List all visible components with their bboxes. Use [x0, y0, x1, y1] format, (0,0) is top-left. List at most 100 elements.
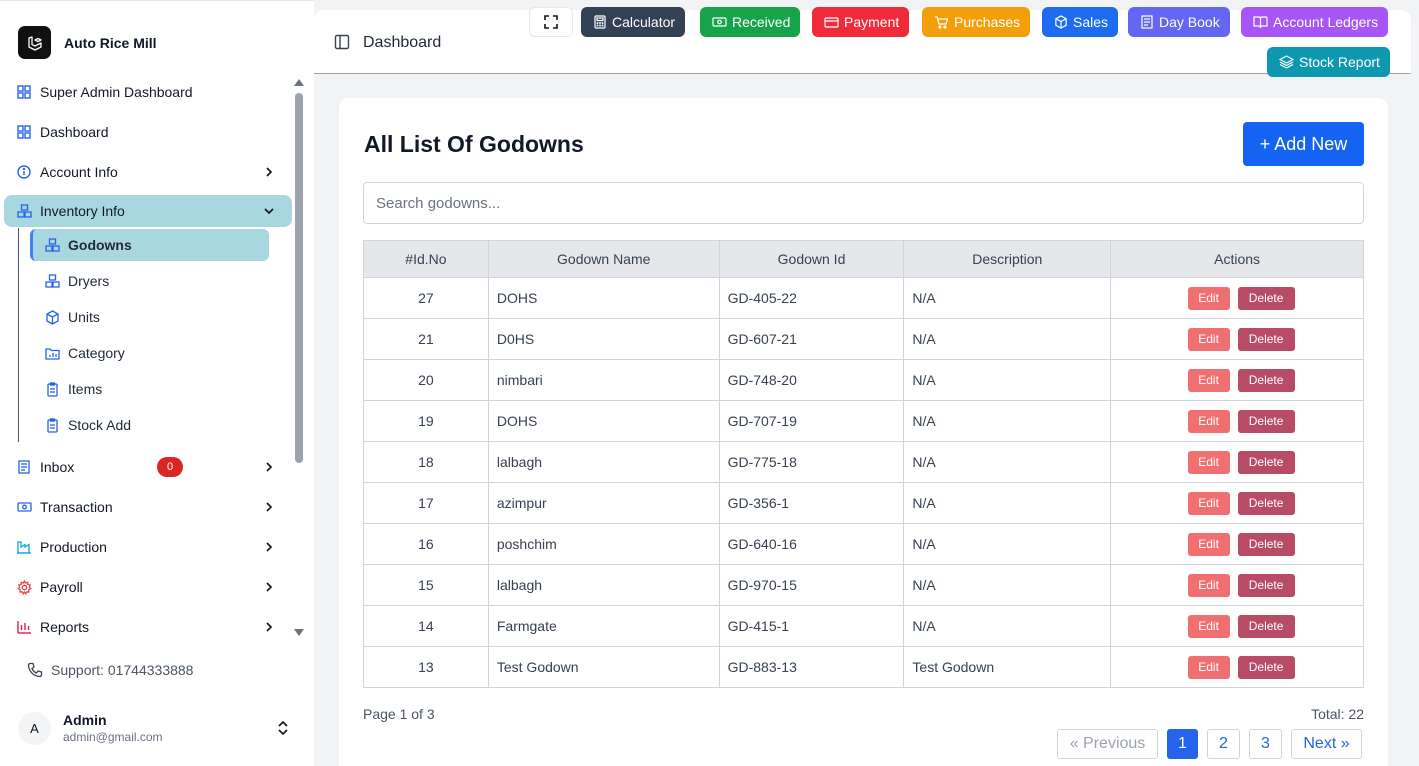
edit-button[interactable]: Edit [1187, 532, 1230, 556]
account-ledgers-button[interactable]: Account Ledgers [1241, 7, 1389, 37]
sidebar-subitem-category[interactable]: Category [30, 337, 269, 369]
edit-button[interactable]: Edit [1187, 655, 1230, 679]
sidebar-subitem-label: Units [68, 309, 100, 325]
sidebar-item-label: Inbox [40, 459, 75, 475]
cell-actions: Edit Delete [1110, 318, 1364, 360]
stock-report-button[interactable]: Stock Report [1267, 47, 1390, 77]
sidebar-subitem-stock-add[interactable]: Stock Add [30, 409, 269, 441]
edit-button[interactable]: Edit [1187, 368, 1230, 392]
sidebar-item-label: Account Info [40, 164, 118, 180]
delete-button[interactable]: Delete [1237, 327, 1295, 351]
cell-actions: Edit Delete [1110, 277, 1364, 319]
delete-button[interactable]: Delete [1237, 532, 1295, 556]
cell-godown-name: DOHS [487, 277, 720, 319]
delete-button[interactable]: Delete [1237, 573, 1295, 597]
cell-description: N/A [903, 318, 1112, 360]
fullscreen-button[interactable] [529, 7, 573, 37]
table-row: 13 Test Godown GD-883-13 Test Godown Edit Del… [363, 646, 1364, 688]
delete-button[interactable]: Delete [1237, 286, 1295, 310]
search-input[interactable] [363, 182, 1364, 224]
sidebar-item-payroll[interactable]: Payroll [4, 571, 292, 603]
day-book-button-label: Day Book [1159, 14, 1220, 30]
delete-button[interactable]: Delete [1237, 368, 1295, 392]
edit-button[interactable]: Edit [1187, 409, 1230, 433]
banknote-icon [16, 499, 32, 515]
received-button[interactable]: Received [700, 7, 801, 37]
delete-button[interactable]: Delete [1237, 409, 1295, 433]
cell-actions: Edit Delete [1110, 605, 1364, 647]
table-row: 16 poshchim GD-640-16 N/A Edit Delete [363, 523, 1364, 565]
chevrons-up-down-icon[interactable] [276, 720, 290, 736]
add-new-button[interactable]: + Add New [1243, 122, 1364, 166]
cell-id: 13 [363, 646, 489, 688]
cell-actions: Edit Delete [1110, 441, 1364, 483]
sidebar-subitem-dryers[interactable]: Dryers [30, 265, 269, 297]
edit-button[interactable]: Edit [1187, 573, 1230, 597]
page-3-button[interactable]: 3 [1249, 729, 1282, 759]
sales-button[interactable]: Sales [1042, 7, 1119, 37]
table-row: 17 azimpur GD-356-1 N/A Edit Delete [363, 482, 1364, 524]
page-1-button[interactable]: 1 [1167, 729, 1198, 759]
column-header-actions: Actions [1110, 240, 1364, 278]
sidebar-scrollbar[interactable] [294, 79, 304, 639]
sidebar-item-super-admin-dashboard[interactable]: Super Admin Dashboard [4, 76, 292, 108]
godowns-card: All List Of Godowns + Add New #Id.No God… [339, 98, 1388, 766]
fullscreen-icon [544, 15, 558, 29]
sidebar-item-account-info[interactable]: Account Info [4, 156, 292, 188]
scroll-up-arrow-icon[interactable] [294, 79, 304, 86]
edit-button[interactable]: Edit [1187, 286, 1230, 310]
sidebar-item-reports[interactable]: Reports [4, 611, 292, 643]
cell-godown-id: GD-970-15 [718, 564, 905, 606]
delete-button[interactable]: Delete [1237, 491, 1295, 515]
received-button-label: Received [732, 14, 791, 30]
cell-description: N/A [903, 564, 1112, 606]
calculator-button[interactable]: Calculator [581, 7, 686, 37]
delete-button[interactable]: Delete [1237, 450, 1295, 474]
page-2-button[interactable]: 2 [1207, 729, 1240, 759]
scroll-down-arrow-icon[interactable] [294, 629, 304, 636]
sidebar-item-inbox[interactable]: Inbox 0 [4, 451, 292, 483]
sidebar-subitem-units[interactable]: Units [30, 301, 269, 333]
scroll-thumb[interactable] [295, 93, 303, 463]
page-heading: All List Of Godowns [364, 131, 584, 157]
cell-actions: Edit Delete [1110, 523, 1364, 565]
edit-button[interactable]: Edit [1187, 450, 1230, 474]
table-row: 20 nimbari GD-748-20 N/A Edit Delete [363, 359, 1364, 401]
avatar: A [18, 711, 51, 745]
column-header-id[interactable]: #Id.No [363, 240, 489, 278]
brand[interactable]: Auto Rice Mill [18, 26, 157, 59]
chart-icon [16, 619, 32, 635]
sidebar-toggle-icon[interactable] [334, 34, 350, 50]
payment-button[interactable]: Payment [812, 7, 910, 37]
chevron-right-icon [266, 622, 273, 632]
edit-button[interactable]: Edit [1187, 614, 1230, 638]
phone-icon [27, 662, 43, 678]
page-info: Page 1 of 3 [363, 706, 435, 722]
next-page-button[interactable]: Next » [1291, 729, 1362, 759]
delete-button[interactable]: Delete [1237, 614, 1295, 638]
info-icon [16, 164, 32, 180]
cell-godown-name: D0HS [487, 318, 720, 360]
purchases-button[interactable]: Purchases [922, 7, 1031, 37]
column-header-godown-id[interactable]: Godown Id [718, 240, 905, 278]
previous-page-button[interactable]: « Previous [1057, 729, 1158, 759]
user-menu[interactable]: A Admin admin@gmail.com [18, 708, 298, 748]
support-text: Support: 01744333888 [51, 662, 194, 678]
sidebar-item-production[interactable]: Production [4, 531, 292, 563]
calculator-button-label: Calculator [612, 14, 676, 30]
sidebar-item-inventory-info[interactable]: Inventory Info [4, 195, 292, 227]
day-book-button[interactable]: Day Book [1128, 7, 1230, 37]
sidebar-item-transaction[interactable]: Transaction [4, 491, 292, 523]
sidebar-item-label: Inventory Info [40, 203, 125, 219]
delete-button[interactable]: Delete [1237, 655, 1295, 679]
cell-godown-id: GD-415-1 [718, 605, 905, 647]
cell-godown-id: GD-356-1 [718, 482, 905, 524]
column-header-name[interactable]: Godown Name [487, 240, 720, 278]
edit-button[interactable]: Edit [1187, 491, 1230, 515]
user-name: Admin [63, 712, 107, 728]
sidebar-subitem-godowns[interactable]: Godowns [30, 229, 269, 261]
sidebar-subitem-items[interactable]: Items [30, 373, 269, 405]
sidebar-item-dashboard[interactable]: Dashboard [4, 116, 292, 148]
column-header-description[interactable]: Description [903, 240, 1112, 278]
edit-button[interactable]: Edit [1187, 327, 1230, 351]
